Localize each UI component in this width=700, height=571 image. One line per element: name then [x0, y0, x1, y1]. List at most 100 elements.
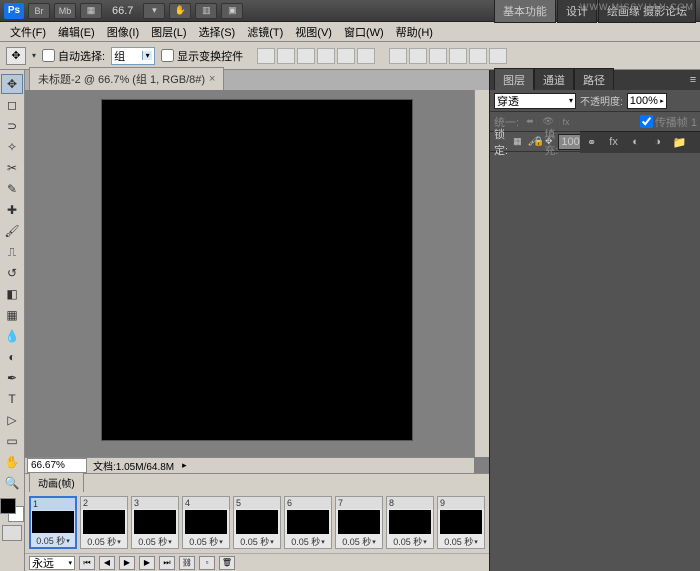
frame-3[interactable]: 30.05 秒▾	[131, 496, 179, 549]
scrollbar-vertical[interactable]	[474, 90, 489, 457]
minibridge-button[interactable]: Mb	[54, 3, 76, 19]
menu-help[interactable]: 帮助(H)	[390, 22, 439, 42]
align-bottom-icon[interactable]	[297, 48, 315, 64]
menu-view[interactable]: 视图(V)	[289, 22, 338, 42]
unify-style-icon[interactable]: fx	[559, 115, 573, 129]
animation-tab[interactable]: 动画(帧)	[29, 472, 84, 492]
last-frame-button[interactable]: ⏭	[159, 556, 175, 570]
zoom-tool[interactable]: 🔍	[1, 473, 23, 493]
type-tool[interactable]: T	[1, 389, 23, 409]
menu-image[interactable]: 图像(I)	[101, 22, 145, 42]
fg-color-swatch[interactable]	[0, 498, 16, 514]
brush-tool[interactable]: 🖌	[1, 221, 23, 241]
gradient-tool[interactable]: ▦	[1, 305, 23, 325]
bridge-button[interactable]: Br	[28, 3, 50, 19]
frame-delay[interactable]: 0.05 秒▾	[87, 535, 121, 548]
document-tab[interactable]: 未标题-2 @ 66.7% (组 1, RGB/8#) ×	[29, 67, 224, 90]
panel-menu-icon[interactable]: ≡	[685, 74, 700, 86]
distribute-top-icon[interactable]	[389, 48, 407, 64]
hand-tool[interactable]: ✋	[1, 452, 23, 472]
distribute-vcenter-icon[interactable]	[409, 48, 427, 64]
path-tool[interactable]: ▷	[1, 410, 23, 430]
frame-6[interactable]: 60.05 秒▾	[284, 496, 332, 549]
auto-select-checkbox[interactable]: 自动选择:	[42, 48, 105, 64]
dodge-tool[interactable]: ◐	[1, 347, 23, 367]
align-left-icon[interactable]	[317, 48, 335, 64]
blend-mode-select[interactable]: 穿透 ▾	[494, 93, 576, 109]
new-layer-icon[interactable]: ▫	[694, 135, 700, 149]
distribute-left-icon[interactable]	[449, 48, 467, 64]
lasso-tool[interactable]: ⊃	[1, 116, 23, 136]
close-icon[interactable]: ×	[209, 73, 215, 85]
align-right-icon[interactable]	[357, 48, 375, 64]
distribute-bottom-icon[interactable]	[429, 48, 447, 64]
chevron-right-icon[interactable]: ▸	[182, 460, 187, 471]
frame-delay[interactable]: 0.05 秒▾	[138, 535, 172, 548]
frame-7[interactable]: 70.05 秒▾	[335, 496, 383, 549]
heal-tool[interactable]: ✚	[1, 200, 23, 220]
auto-select-input[interactable]	[42, 49, 55, 62]
lock-transparency-icon[interactable]: ▦	[512, 135, 523, 149]
tab-paths[interactable]: 路径	[574, 68, 614, 92]
frame-delay[interactable]: 0.05 秒▾	[189, 535, 223, 548]
color-swatches[interactable]	[0, 498, 24, 522]
move-tool[interactable]: ✥	[1, 74, 23, 94]
history-brush-tool[interactable]: ↺	[1, 263, 23, 283]
adjustment-layer-icon[interactable]: ◑	[650, 135, 666, 149]
align-hcenter-icon[interactable]	[337, 48, 355, 64]
unify-position-icon[interactable]: ⬌	[523, 115, 537, 129]
frame-delay[interactable]: 0.05 秒▾	[342, 535, 376, 548]
quickmask-toggle[interactable]	[2, 525, 22, 541]
distribute-right-icon[interactable]	[489, 48, 507, 64]
menu-layer[interactable]: 图层(L)	[145, 22, 192, 42]
frame-delay[interactable]: 0.05 秒▾	[393, 535, 427, 548]
menu-edit[interactable]: 编辑(E)	[52, 22, 101, 42]
propagate-checkbox[interactable]: 传播帧 1	[640, 114, 697, 130]
frame-1[interactable]: 10.05 秒▾	[29, 496, 77, 549]
tween-button[interactable]: ⛓	[179, 556, 195, 570]
frame-delay[interactable]: 0.05 秒▾	[240, 535, 274, 548]
show-transform-input[interactable]	[161, 49, 174, 62]
view-extras-button[interactable]: ▦	[80, 3, 102, 19]
frame-2[interactable]: 20.05 秒▾	[80, 496, 128, 549]
hand-view-button[interactable]: ✋	[169, 3, 191, 19]
show-transform-checkbox[interactable]: 显示变换控件	[161, 48, 243, 64]
next-frame-button[interactable]: ▶	[139, 556, 155, 570]
align-vcenter-icon[interactable]	[277, 48, 295, 64]
screen-mode-button[interactable]: ▣	[221, 3, 243, 19]
link-layers-icon[interactable]: ⚭	[584, 135, 600, 149]
delete-frame-button[interactable]: 🗑	[219, 556, 235, 570]
menu-window[interactable]: 窗口(W)	[338, 22, 390, 42]
new-group-icon[interactable]: 📁	[672, 135, 688, 149]
workspace-tab-essentials[interactable]: 基本功能	[494, 0, 556, 23]
crop-tool[interactable]: ✂	[1, 158, 23, 178]
eraser-tool[interactable]: ◧	[1, 284, 23, 304]
marquee-tool[interactable]: ◻	[1, 95, 23, 115]
propagate-input[interactable]	[640, 115, 653, 128]
new-frame-button[interactable]: ▫	[199, 556, 215, 570]
frame-delay[interactable]: 0.05 秒▾	[444, 535, 478, 548]
play-button[interactable]: ▶	[119, 556, 135, 570]
stamp-tool[interactable]: ⎍	[1, 242, 23, 262]
eyedropper-tool[interactable]: ✎	[1, 179, 23, 199]
pen-tool[interactable]: ✒	[1, 368, 23, 388]
tab-layers[interactable]: 图层	[494, 68, 534, 92]
zoom-dropdown[interactable]: ▾	[143, 3, 165, 19]
frame-delay[interactable]: 0.05 秒▾	[291, 535, 325, 548]
menu-select[interactable]: 选择(S)	[193, 22, 242, 42]
prev-frame-button[interactable]: ◀	[99, 556, 115, 570]
blur-tool[interactable]: 💧	[1, 326, 23, 346]
frame-8[interactable]: 80.05 秒▾	[386, 496, 434, 549]
shape-tool[interactable]: ▭	[1, 431, 23, 451]
layer-fx-icon[interactable]: fx	[606, 135, 622, 149]
document-info[interactable]: 文档:1.05M/64.8M	[87, 458, 180, 473]
menu-filter[interactable]: 滤镜(T)	[241, 22, 289, 42]
first-frame-button[interactable]: ⏮	[79, 556, 95, 570]
canvas[interactable]	[102, 100, 412, 440]
align-top-icon[interactable]	[257, 48, 275, 64]
zoom-input[interactable]: 66.67%	[27, 458, 87, 473]
lock-all-icon[interactable]: 🔒 填充: 100% ▸	[558, 135, 572, 149]
frame-9[interactable]: 90.05 秒▾	[437, 496, 485, 549]
loop-select[interactable]: 永远 ▾	[29, 556, 75, 570]
canvas-viewport[interactable]: 66.67% 文档:1.05M/64.8M ▸	[25, 90, 489, 473]
